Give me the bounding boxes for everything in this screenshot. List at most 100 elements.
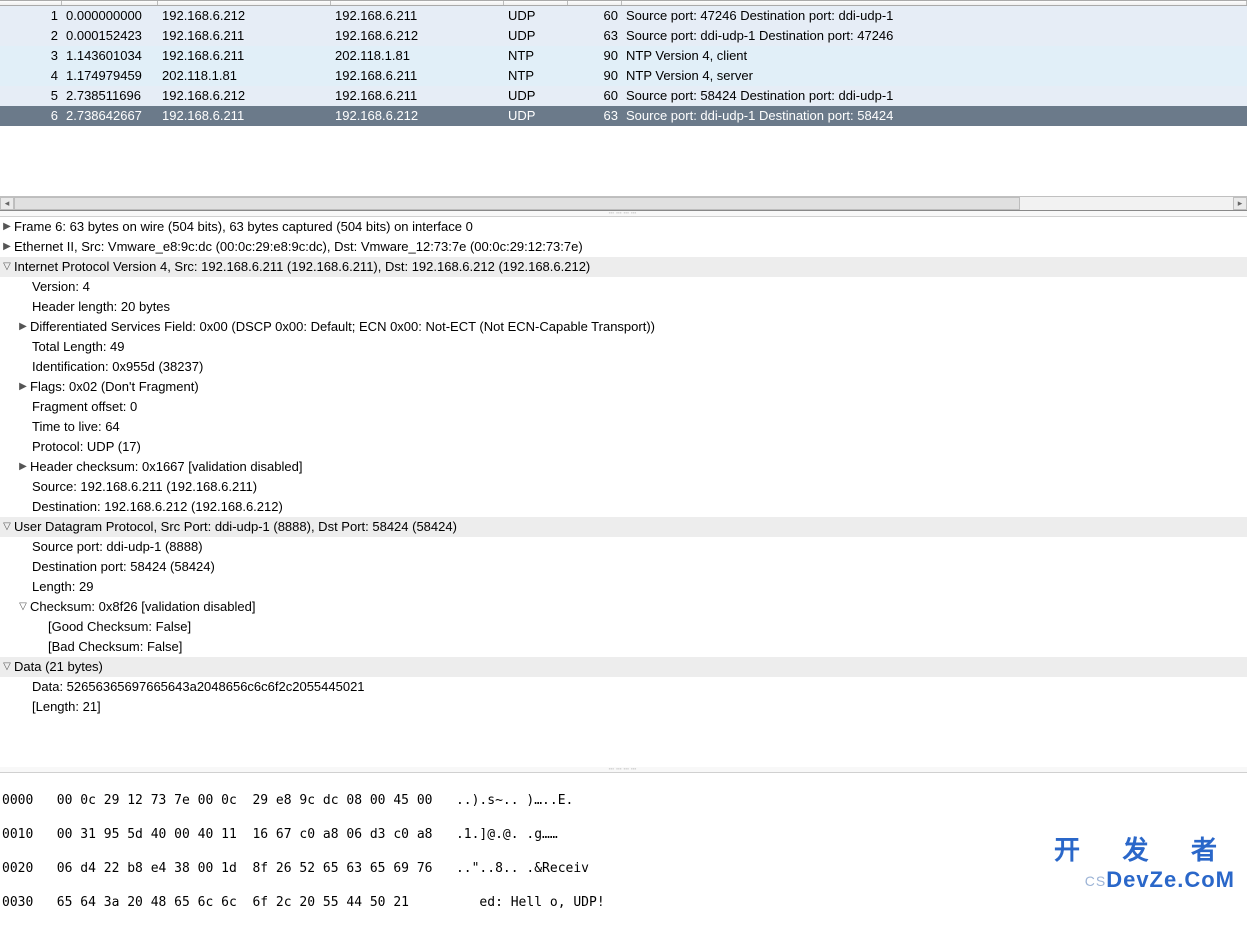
packet-bytes-pane[interactable]: 0000 00 0c 29 12 73 7e 00 0c 29 e8 9c dc… <box>0 773 1247 928</box>
tree-frame-text: Frame 6: 63 bytes on wire (504 bits), 63… <box>14 217 473 237</box>
packet-cell-info: Source port: ddi-udp-1 Destination port:… <box>622 26 1247 46</box>
packet-row[interactable]: 20.000152423192.168.6.211192.168.6.212UD… <box>0 26 1247 46</box>
packet-cell-dst: 192.168.6.211 <box>331 6 504 26</box>
packet-cell-src: 192.168.6.211 <box>158 26 331 46</box>
tree-ip-summary[interactable]: ▽ Internet Protocol Version 4, Src: 192.… <box>0 257 1247 277</box>
hex-line[interactable]: 0010 00 31 95 5d 40 00 40 11 16 67 c0 a8… <box>2 827 558 842</box>
col-header-info[interactable] <box>622 1 1247 5</box>
disclosure-right-icon[interactable]: ▶ <box>16 457 30 477</box>
col-header-proto[interactable] <box>504 1 568 5</box>
tree-udp-bad-checksum[interactable]: [Bad Checksum: False] <box>0 637 1247 657</box>
packet-cell-info: NTP Version 4, client <box>622 46 1247 66</box>
tree-udp-good-checksum[interactable]: [Good Checksum: False] <box>0 617 1247 637</box>
tree-leaf: Header checksum: 0x1667 [validation disa… <box>30 457 302 477</box>
packet-cell-proto: UDP <box>504 86 568 106</box>
tree-ip-total-length[interactable]: Total Length: 49 <box>0 337 1247 357</box>
packet-cell-info: Source port: 58424 Destination port: ddi… <box>622 86 1247 106</box>
tree-ip-header-checksum[interactable]: ▶ Header checksum: 0x1667 [validation di… <box>0 457 1247 477</box>
tree-ip-text: Internet Protocol Version 4, Src: 192.16… <box>14 257 590 277</box>
hex-line[interactable]: 0000 00 0c 29 12 73 7e 00 0c 29 e8 9c dc… <box>2 793 573 808</box>
packet-cell-proto: UDP <box>504 106 568 126</box>
tree-ip-protocol[interactable]: Protocol: UDP (17) <box>0 437 1247 457</box>
col-header-no[interactable] <box>0 1 62 5</box>
scroll-track[interactable] <box>14 197 1233 210</box>
packet-row[interactable]: 62.738642667192.168.6.211192.168.6.212UD… <box>0 106 1247 126</box>
col-header-time[interactable] <box>62 1 158 5</box>
packet-cell-len: 63 <box>568 26 622 46</box>
disclosure-right-icon[interactable]: ▶ <box>16 317 30 337</box>
packet-cell-info: Source port: 47246 Destination port: ddi… <box>622 6 1247 26</box>
tree-leaf: Identification: 0x955d (38237) <box>32 357 203 377</box>
tree-udp-text: User Datagram Protocol, Src Port: ddi-ud… <box>14 517 457 537</box>
packet-row[interactable]: 41.174979459202.118.1.81192.168.6.211NTP… <box>0 66 1247 86</box>
packet-cell-len: 60 <box>568 6 622 26</box>
packet-row[interactable]: 31.143601034192.168.6.211202.118.1.81NTP… <box>0 46 1247 66</box>
tree-leaf: Header length: 20 bytes <box>32 297 170 317</box>
tree-leaf: Checksum: 0x8f26 [validation disabled] <box>30 597 255 617</box>
packet-cell-no: 4 <box>0 66 62 86</box>
tree-ip-flags[interactable]: ▶ Flags: 0x02 (Don't Fragment) <box>0 377 1247 397</box>
tree-leaf: [Bad Checksum: False] <box>48 637 182 657</box>
packet-row[interactable]: 52.738511696192.168.6.212192.168.6.211UD… <box>0 86 1247 106</box>
tree-ip-ttl[interactable]: Time to live: 64 <box>0 417 1247 437</box>
scroll-thumb[interactable] <box>14 197 1020 210</box>
packet-cell-no: 3 <box>0 46 62 66</box>
tree-leaf: Destination port: 58424 (58424) <box>32 557 215 577</box>
packet-cell-time: 0.000152423 <box>62 26 158 46</box>
disclosure-right-icon[interactable]: ▶ <box>16 377 30 397</box>
disclosure-right-icon[interactable]: ▶ <box>0 237 14 257</box>
disclosure-down-icon[interactable]: ▽ <box>16 597 30 617</box>
packet-cell-info: Source port: ddi-udp-1 Destination port:… <box>622 106 1247 126</box>
tree-leaf: Total Length: 49 <box>32 337 125 357</box>
tree-udp-dest-port[interactable]: Destination port: 58424 (58424) <box>0 557 1247 577</box>
packet-details-pane[interactable]: ▶ Frame 6: 63 bytes on wire (504 bits), … <box>0 217 1247 767</box>
hex-line[interactable]: 0030 65 64 3a 20 48 65 6c 6c 6f 2c 20 55… <box>2 895 605 910</box>
scroll-left-button[interactable]: ◂ <box>0 197 14 210</box>
packet-list[interactable]: 10.000000000192.168.6.212192.168.6.211UD… <box>0 6 1247 126</box>
tree-leaf: Length: 29 <box>32 577 93 597</box>
tree-ip-fragment-offset[interactable]: Fragment offset: 0 <box>0 397 1247 417</box>
tree-ip-identification[interactable]: Identification: 0x955d (38237) <box>0 357 1247 377</box>
tree-frame-summary[interactable]: ▶ Frame 6: 63 bytes on wire (504 bits), … <box>0 217 1247 237</box>
tree-eth-summary[interactable]: ▶ Ethernet II, Src: Vmware_e8:9c:dc (00:… <box>0 237 1247 257</box>
disclosure-down-icon[interactable]: ▽ <box>0 517 14 537</box>
tree-leaf: Source: 192.168.6.211 (192.168.6.211) <box>32 477 257 497</box>
packet-cell-time: 1.174979459 <box>62 66 158 86</box>
col-header-dst[interactable] <box>331 1 504 5</box>
packet-cell-len: 90 <box>568 66 622 86</box>
packet-list-pane: 10.000000000192.168.6.212192.168.6.211UD… <box>0 0 1247 211</box>
packet-cell-no: 5 <box>0 86 62 106</box>
packet-cell-len: 90 <box>568 46 622 66</box>
tree-leaf: Differentiated Services Field: 0x00 (DSC… <box>30 317 655 337</box>
disclosure-right-icon[interactable]: ▶ <box>0 217 14 237</box>
packet-cell-dst: 202.118.1.81 <box>331 46 504 66</box>
col-header-src[interactable] <box>158 1 331 5</box>
tree-udp-summary[interactable]: ▽ User Datagram Protocol, Src Port: ddi-… <box>0 517 1247 537</box>
col-header-len[interactable] <box>568 1 622 5</box>
tree-ip-header-length[interactable]: Header length: 20 bytes <box>0 297 1247 317</box>
tree-data-bytes[interactable]: Data: 52656365697665643a2048656c6c6f2c20… <box>0 677 1247 697</box>
tree-ip-dscp[interactable]: ▶ Differentiated Services Field: 0x00 (D… <box>0 317 1247 337</box>
packet-row[interactable]: 10.000000000192.168.6.212192.168.6.211UD… <box>0 6 1247 26</box>
packet-cell-src: 192.168.6.211 <box>158 106 331 126</box>
tree-leaf: Data: 52656365697665643a2048656c6c6f2c20… <box>32 677 365 697</box>
packet-list-blank <box>0 126 1247 196</box>
tree-ip-version[interactable]: Version: 4 <box>0 277 1247 297</box>
tree-leaf: Time to live: 64 <box>32 417 120 437</box>
disclosure-down-icon[interactable]: ▽ <box>0 257 14 277</box>
packet-cell-len: 60 <box>568 86 622 106</box>
scroll-right-button[interactable]: ▸ <box>1233 197 1247 210</box>
tree-udp-source-port[interactable]: Source port: ddi-udp-1 (8888) <box>0 537 1247 557</box>
tree-udp-length[interactable]: Length: 29 <box>0 577 1247 597</box>
packet-cell-src: 192.168.6.212 <box>158 86 331 106</box>
tree-ip-destination[interactable]: Destination: 192.168.6.212 (192.168.6.21… <box>0 497 1247 517</box>
disclosure-down-icon[interactable]: ▽ <box>0 657 14 677</box>
tree-leaf: [Length: 21] <box>32 697 101 717</box>
packet-cell-time: 2.738642667 <box>62 106 158 126</box>
tree-udp-checksum[interactable]: ▽ Checksum: 0x8f26 [validation disabled] <box>0 597 1247 617</box>
hex-line[interactable]: 0020 06 d4 22 b8 e4 38 00 1d 8f 26 52 65… <box>2 861 589 876</box>
packet-list-hscrollbar[interactable]: ◂ ▸ <box>0 196 1247 210</box>
tree-data-length[interactable]: [Length: 21] <box>0 697 1247 717</box>
tree-data-summary[interactable]: ▽ Data (21 bytes) <box>0 657 1247 677</box>
tree-ip-source[interactable]: Source: 192.168.6.211 (192.168.6.211) <box>0 477 1247 497</box>
